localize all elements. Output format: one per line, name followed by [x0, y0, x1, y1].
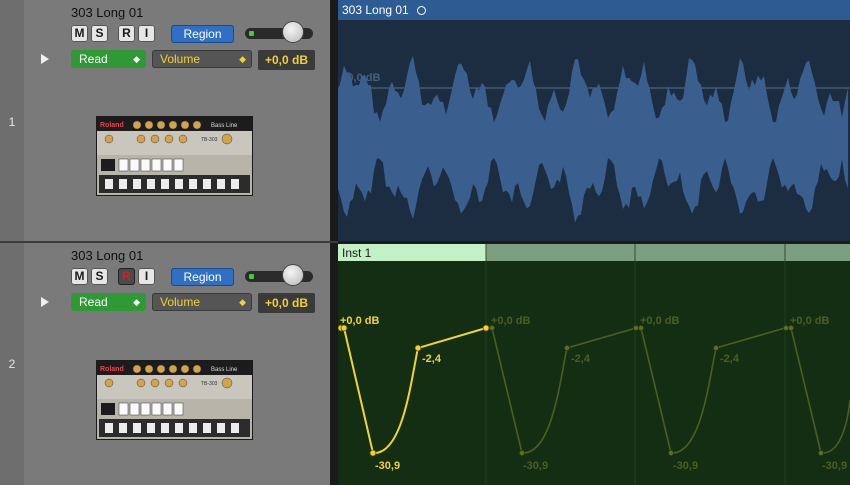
- automation-parameter-select[interactable]: Volume ◆: [152, 50, 252, 68]
- automation-curve[interactable]: [338, 327, 487, 455]
- automation-value-field[interactable]: +0,0 dB: [258, 50, 315, 70]
- tb303-plugin-image: Roland Bass Line TB-303: [96, 360, 253, 440]
- record-enable-button[interactable]: R: [118, 268, 135, 285]
- track-header-1[interactable]: 303 Long 01 M S R I Region Read ◆ Volume ◆…: [24, 0, 330, 243]
- track-header-2[interactable]: 303 Long 01 M S R I Region Read ◆ Volume ◆…: [24, 243, 330, 485]
- disclosure-triangle-icon[interactable]: [41, 54, 49, 64]
- track-name[interactable]: 303 Long 01: [71, 5, 143, 20]
- automation-mode-select[interactable]: Read ◆: [71, 50, 146, 68]
- track-number-label: 1: [8, 114, 16, 129]
- ghost-start-label: +0,0 dB: [790, 315, 829, 327]
- track-name[interactable]: 303 Long 01: [71, 248, 143, 263]
- ghost-mid-label: -2,4: [720, 353, 740, 365]
- automation-mode-select[interactable]: Read ◆: [71, 293, 146, 311]
- automation-parameter-label: Volume: [160, 295, 201, 309]
- input-monitor-button[interactable]: I: [138, 268, 155, 285]
- automation-point[interactable]: [482, 324, 490, 332]
- level-led-icon: [249, 274, 254, 279]
- automation-min-label: -30,9: [375, 460, 400, 472]
- track-number-label: 2: [8, 357, 16, 371]
- tb303-plugin-image: Roland Bass Line TB-303: [96, 116, 253, 196]
- chevron-updown-icon: ◆: [133, 297, 140, 307]
- ghost-min-label: -30,9: [523, 460, 548, 472]
- automation-overlay[interactable]: +0,0 dB -30,9 -2,4 +0,0 dB -30,9 -2,4 +0…: [338, 0, 850, 485]
- chevron-updown-icon: ◆: [239, 54, 246, 64]
- chevron-updown-icon: ◆: [239, 297, 246, 307]
- ghost-start-label: +0,0 dB: [491, 315, 530, 327]
- automation-point[interactable]: [414, 344, 422, 352]
- mute-button[interactable]: M: [71, 25, 88, 42]
- plugin-brand: Roland: [100, 122, 124, 129]
- automation-mode-label: Read: [79, 52, 108, 66]
- plugin-product: Bass Line: [211, 367, 238, 373]
- volume-slider-knob[interactable]: [283, 265, 303, 285]
- track-number-2: 2: [0, 243, 24, 485]
- track-number-1: 1: [0, 0, 24, 243]
- automation-mid-label: -2,4: [422, 353, 442, 365]
- mute-button[interactable]: M: [71, 268, 88, 285]
- solo-button[interactable]: S: [91, 25, 108, 42]
- ghost-start-label: +0,0 dB: [640, 315, 679, 327]
- input-monitor-button[interactable]: I: [138, 25, 155, 42]
- ghost-min-label: -30,9: [822, 460, 847, 472]
- region-button[interactable]: Region: [171, 268, 234, 286]
- plugin-product: Bass Line: [211, 123, 238, 129]
- automation-point[interactable]: [369, 449, 377, 457]
- arrange-area[interactable]: 303 Long 01 +0,0 dB Inst 1 +0,0 dB -30,9…: [338, 0, 850, 485]
- volume-slider-knob[interactable]: [283, 22, 303, 42]
- plugin-model: TB-303: [201, 137, 218, 143]
- region-button[interactable]: Region: [171, 25, 234, 43]
- solo-button[interactable]: S: [91, 268, 108, 285]
- automation-parameter-select[interactable]: Volume ◆: [152, 293, 252, 311]
- automation-start-label: +0,0 dB: [340, 315, 379, 327]
- disclosure-triangle-icon[interactable]: [41, 297, 49, 307]
- ghost-mid-label: -2,4: [571, 353, 591, 365]
- ghost-min-label: -30,9: [673, 460, 698, 472]
- record-enable-button[interactable]: R: [118, 25, 135, 42]
- automation-mode-label: Read: [79, 295, 108, 309]
- level-led-icon: [249, 31, 254, 36]
- automation-parameter-label: Volume: [160, 52, 201, 66]
- chevron-updown-icon: ◆: [133, 54, 140, 64]
- plugin-model: TB-303: [201, 381, 218, 387]
- automation-value-field[interactable]: +0,0 dB: [258, 293, 315, 313]
- plugin-brand: Roland: [100, 366, 124, 373]
